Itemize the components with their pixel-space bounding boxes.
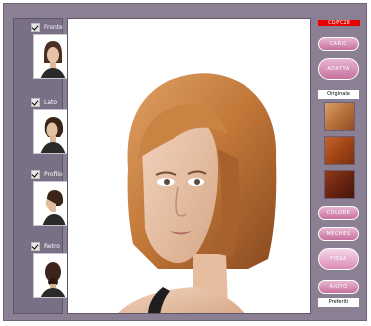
side-thumbnail[interactable] <box>33 109 71 154</box>
load-button[interactable]: CARIC <box>318 37 359 51</box>
view-label: Retro <box>44 242 60 250</box>
checkbox-icon[interactable] <box>31 22 40 32</box>
view-label: Profilo <box>44 170 63 178</box>
front-thumbnail[interactable] <box>33 34 71 79</box>
adapt-button[interactable]: ADATTA <box>318 58 359 80</box>
view-sidebar: Fronte Lato Profilo Retro <box>13 18 71 314</box>
control-panel: CD/FC28 CARIC ADATTA Originale COLORE ME… <box>315 18 362 314</box>
color-swatch-auburn[interactable] <box>324 170 355 199</box>
color-swatch-light[interactable] <box>324 102 355 131</box>
checkbox-icon[interactable] <box>31 97 40 107</box>
checkbox-icon[interactable] <box>31 169 40 179</box>
color-button[interactable]: COLORE <box>318 206 359 220</box>
fix-button[interactable]: FISSA <box>318 248 359 270</box>
favorites-label[interactable]: Preferiti <box>318 298 359 307</box>
color-swatch-copper[interactable] <box>324 136 355 165</box>
view-label: Fronte <box>44 23 63 31</box>
highlights-button[interactable]: MECHES <box>318 227 359 241</box>
preview-canvas[interactable] <box>67 18 311 314</box>
back-thumbnail[interactable] <box>33 253 71 298</box>
profile-thumbnail[interactable] <box>33 181 71 226</box>
brand-label: CD/FC28 <box>318 20 360 26</box>
original-label: Originale <box>318 90 359 99</box>
view-label: Lato <box>44 98 58 106</box>
model-portrait <box>118 73 277 313</box>
checkbox-icon[interactable] <box>31 241 40 251</box>
help-button[interactable]: AIUTO <box>318 280 359 294</box>
